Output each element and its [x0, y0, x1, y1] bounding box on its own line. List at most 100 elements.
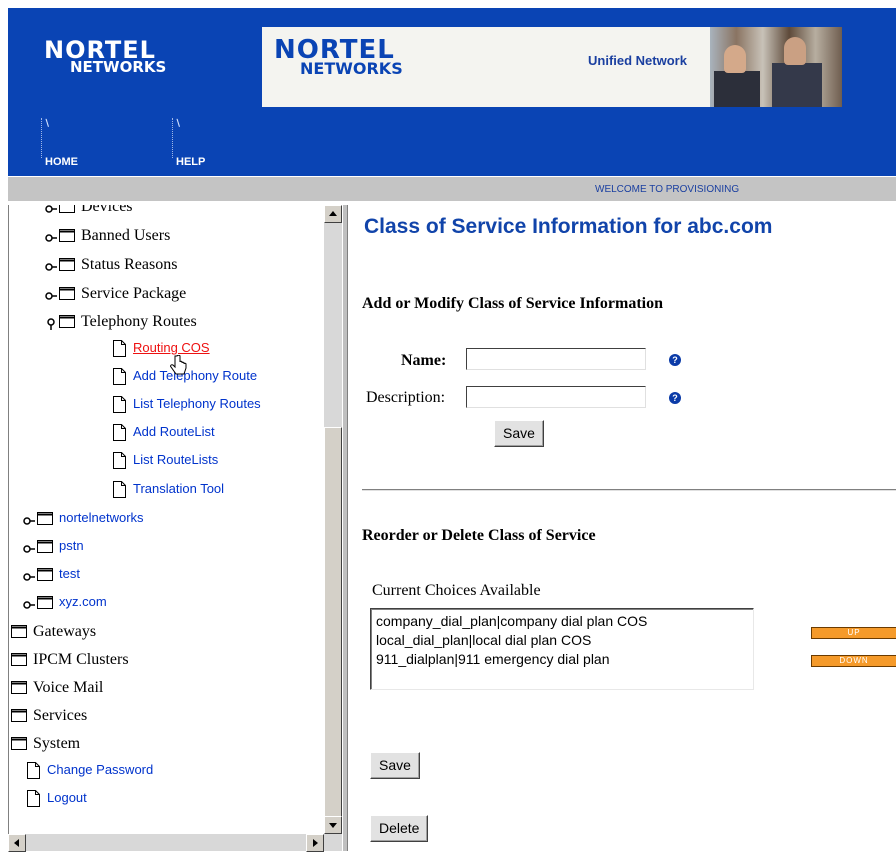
- tree-horizontal-scrollbar[interactable]: [8, 834, 342, 852]
- expand-icon[interactable]: [8, 627, 9, 639]
- banner-logo-line2: NETWORKS: [300, 59, 403, 78]
- add-section-title: Add or Modify Class of Service Informati…: [362, 295, 664, 312]
- list-item[interactable]: local_dial_plan|local dial plan COS: [376, 631, 748, 650]
- top-strip: [0, 0, 896, 8]
- main-content: Class of Service Information for abc.com…: [348, 205, 896, 851]
- welcome-bar: WELCOME TO PROVISIONING: [8, 177, 896, 201]
- tree-item-label[interactable]: Banned Users: [81, 227, 170, 245]
- unified-network-banner: NORTEL NETWORKS Unified Network: [262, 27, 842, 107]
- collapse-icon[interactable]: [45, 317, 57, 330]
- expand-icon[interactable]: [8, 739, 9, 751]
- page-icon: [113, 481, 126, 498]
- folder-icon: [37, 540, 53, 553]
- page-icon: [113, 368, 126, 385]
- tree-item-label[interactable]: Voice Mail: [33, 679, 103, 697]
- folder-icon: [59, 258, 75, 271]
- description-input[interactable]: [466, 386, 646, 408]
- scroll-up-button[interactable]: [324, 205, 342, 223]
- tree-item-label[interactable]: Services: [33, 707, 87, 725]
- tree-vertical-scrollbar[interactable]: [324, 205, 342, 834]
- folder-icon: [37, 512, 53, 525]
- scroll-left-button[interactable]: [8, 834, 26, 852]
- save-order-button[interactable]: Save: [370, 752, 420, 779]
- choices-listbox[interactable]: company_dial_plan|company dial plan COS …: [370, 608, 754, 690]
- tree-item-label[interactable]: pstn: [59, 538, 84, 553]
- tree-item-label[interactable]: List RouteLists: [133, 452, 218, 467]
- tree-item-label[interactable]: nortelnetworks: [59, 510, 144, 525]
- folder-icon: [37, 596, 53, 609]
- scroll-thumb[interactable]: [324, 427, 342, 819]
- expand-icon[interactable]: [45, 205, 57, 214]
- nortel-logo: NORTEL NETWORKS: [44, 38, 166, 75]
- welcome-text: WELCOME TO PROVISIONING: [595, 184, 740, 195]
- banner-logo: NORTEL NETWORKS: [274, 37, 403, 77]
- banner-tagline: Unified Network: [588, 53, 687, 68]
- tree-item-label[interactable]: Status Reasons: [81, 256, 177, 274]
- navigation-tree[interactable]: Devices Banned Users Status Reasons Service…: [8, 205, 343, 851]
- folder-icon: [59, 315, 75, 328]
- name-input[interactable]: [466, 348, 646, 370]
- expand-icon[interactable]: [23, 514, 35, 526]
- tree-item-label[interactable]: Service Package: [81, 285, 186, 303]
- tree-item-label[interactable]: IPCM Clusters: [33, 651, 129, 669]
- tree-item-label[interactable]: List Telephony Routes: [133, 396, 261, 411]
- tree-item-label[interactable]: test: [59, 566, 80, 581]
- tree-item-label[interactable]: Logout: [47, 790, 87, 805]
- folder-icon: [37, 568, 53, 581]
- move-up-button[interactable]: UP: [811, 627, 896, 639]
- banner-photo: [710, 27, 842, 107]
- list-item[interactable]: 911_dialplan|911 emergency dial plan: [376, 650, 748, 669]
- nav-home-label[interactable]: HOME: [45, 156, 78, 168]
- expand-icon[interactable]: [23, 570, 35, 582]
- expand-icon[interactable]: [45, 231, 57, 243]
- logo-line2: NETWORKS: [70, 58, 167, 76]
- scroll-right-button[interactable]: [306, 834, 324, 852]
- tree-item-label[interactable]: Telephony Routes: [81, 313, 197, 331]
- page-icon: [113, 424, 126, 441]
- tree-item-label[interactable]: Add Telephony Route: [133, 368, 257, 383]
- page-icon: [27, 762, 40, 779]
- folder-icon: [11, 625, 27, 638]
- section-divider: [362, 489, 896, 491]
- tree-item-label[interactable]: Routing COS: [133, 340, 210, 355]
- scroll-down-button[interactable]: [324, 816, 342, 834]
- expand-icon[interactable]: [45, 289, 57, 301]
- folder-icon: [59, 205, 75, 213]
- reorder-section-title: Reorder or Delete Class of Service: [362, 527, 596, 544]
- folder-icon: [59, 287, 75, 300]
- tree-item-label[interactable]: xyz.com: [59, 594, 107, 609]
- question-mark-icon[interactable]: ?: [669, 392, 681, 404]
- save-button[interactable]: Save: [494, 420, 544, 447]
- expand-icon[interactable]: [23, 542, 35, 554]
- expand-icon[interactable]: [8, 683, 9, 695]
- folder-icon: [11, 737, 27, 750]
- tree-item-label[interactable]: Gateways: [33, 623, 96, 641]
- tree-item-label[interactable]: Change Password: [47, 762, 153, 777]
- tree-item-label[interactable]: Translation Tool: [133, 481, 224, 496]
- expand-icon[interactable]: [45, 260, 57, 272]
- folder-icon: [11, 709, 27, 722]
- page-icon: [113, 452, 126, 469]
- header-banner: NORTEL NETWORKS NORTEL NETWORKS Unified …: [8, 8, 896, 176]
- tree-item-label[interactable]: Devices: [81, 205, 133, 216]
- move-down-button[interactable]: DOWN: [811, 655, 896, 667]
- description-label: Description:: [366, 389, 446, 406]
- delete-button[interactable]: Delete: [370, 815, 429, 842]
- folder-icon: [11, 653, 27, 666]
- tree-item-label[interactable]: Add RouteList: [133, 424, 215, 439]
- expand-icon[interactable]: [8, 655, 9, 667]
- expand-icon[interactable]: [23, 598, 35, 610]
- page-icon: [113, 396, 126, 413]
- folder-icon: [59, 229, 75, 242]
- name-label: Name:: [401, 352, 447, 369]
- question-mark-icon[interactable]: ?: [669, 354, 681, 366]
- page-icon: [113, 340, 126, 357]
- expand-icon[interactable]: [8, 711, 9, 723]
- tree-item-label[interactable]: System: [33, 735, 80, 753]
- nav-help-label[interactable]: HELP: [176, 156, 205, 168]
- page-icon: [27, 790, 40, 807]
- k-mark-icon: ∖: [175, 118, 181, 128]
- page-title: Class of Service Information for abc.com: [364, 215, 773, 238]
- list-item[interactable]: company_dial_plan|company dial plan COS: [376, 612, 748, 631]
- folder-icon: [11, 681, 27, 694]
